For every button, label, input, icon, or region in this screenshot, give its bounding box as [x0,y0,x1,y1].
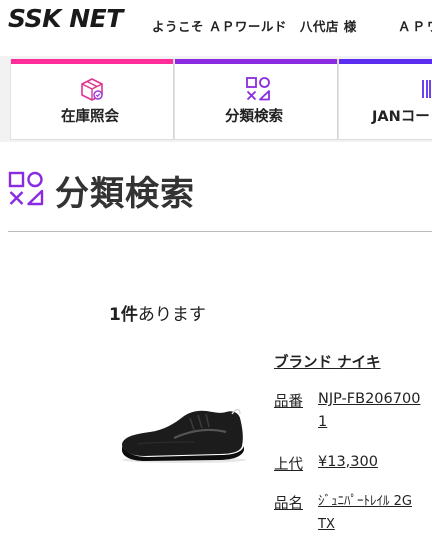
box-search-icon [81,78,103,101]
product-name-label: 品名 [274,496,303,512]
nav-tab-stock-inquiry[interactable]: 在庫照会 [10,59,174,140]
site-header: SSK NET ようこそ ＡＰワールド 八代店 様 ＡＰワ [0,0,432,56]
title-divider [8,231,432,232]
brand-value: ナイキ [337,355,381,371]
product-brand[interactable]: ブランド ナイキ [274,351,381,372]
nav-tab-label: 分類検索 [225,109,283,125]
nav-tab-accent-bar [11,59,173,64]
site-logo[interactable]: SSK NET [8,4,123,33]
page-title: 分類検索 [55,174,195,214]
running-shoe-image[interactable] [114,402,250,466]
nav-tab-accent-bar [339,59,432,64]
nav-tab-label: JANコード [372,109,432,125]
part-number-value[interactable]: NJP-FB2067001 [318,388,428,434]
brand-label: ブランド [274,355,332,371]
nav-tab-jan-code[interactable]: JANコード [338,59,432,140]
nav-tab-accent-bar [175,59,337,64]
part-number-label: 品番 [274,394,303,410]
result-count: 1件あります [109,300,206,325]
result-count-number: 1件 [109,305,138,325]
product-name-value[interactable]: ｼﾞｭﾆﾊﾟｰﾄﾚｲﾙ 2GTX [318,490,418,536]
nav-tab-category-search[interactable]: 分類検索 [174,59,338,140]
category-shapes-icon [8,171,44,206]
category-shapes-icon [246,77,270,101]
nav-tab-label: 在庫照会 [61,109,119,125]
retail-price-value[interactable]: ¥13,300 [318,451,428,474]
welcome-message-overflow: ＡＰワ [398,19,432,34]
result-count-suffix: あります [137,305,206,325]
barcode-icon [422,80,431,98]
retail-price-label: 上代 [274,457,303,473]
welcome-message: ようこそ ＡＰワールド 八代店 様 [152,19,357,34]
